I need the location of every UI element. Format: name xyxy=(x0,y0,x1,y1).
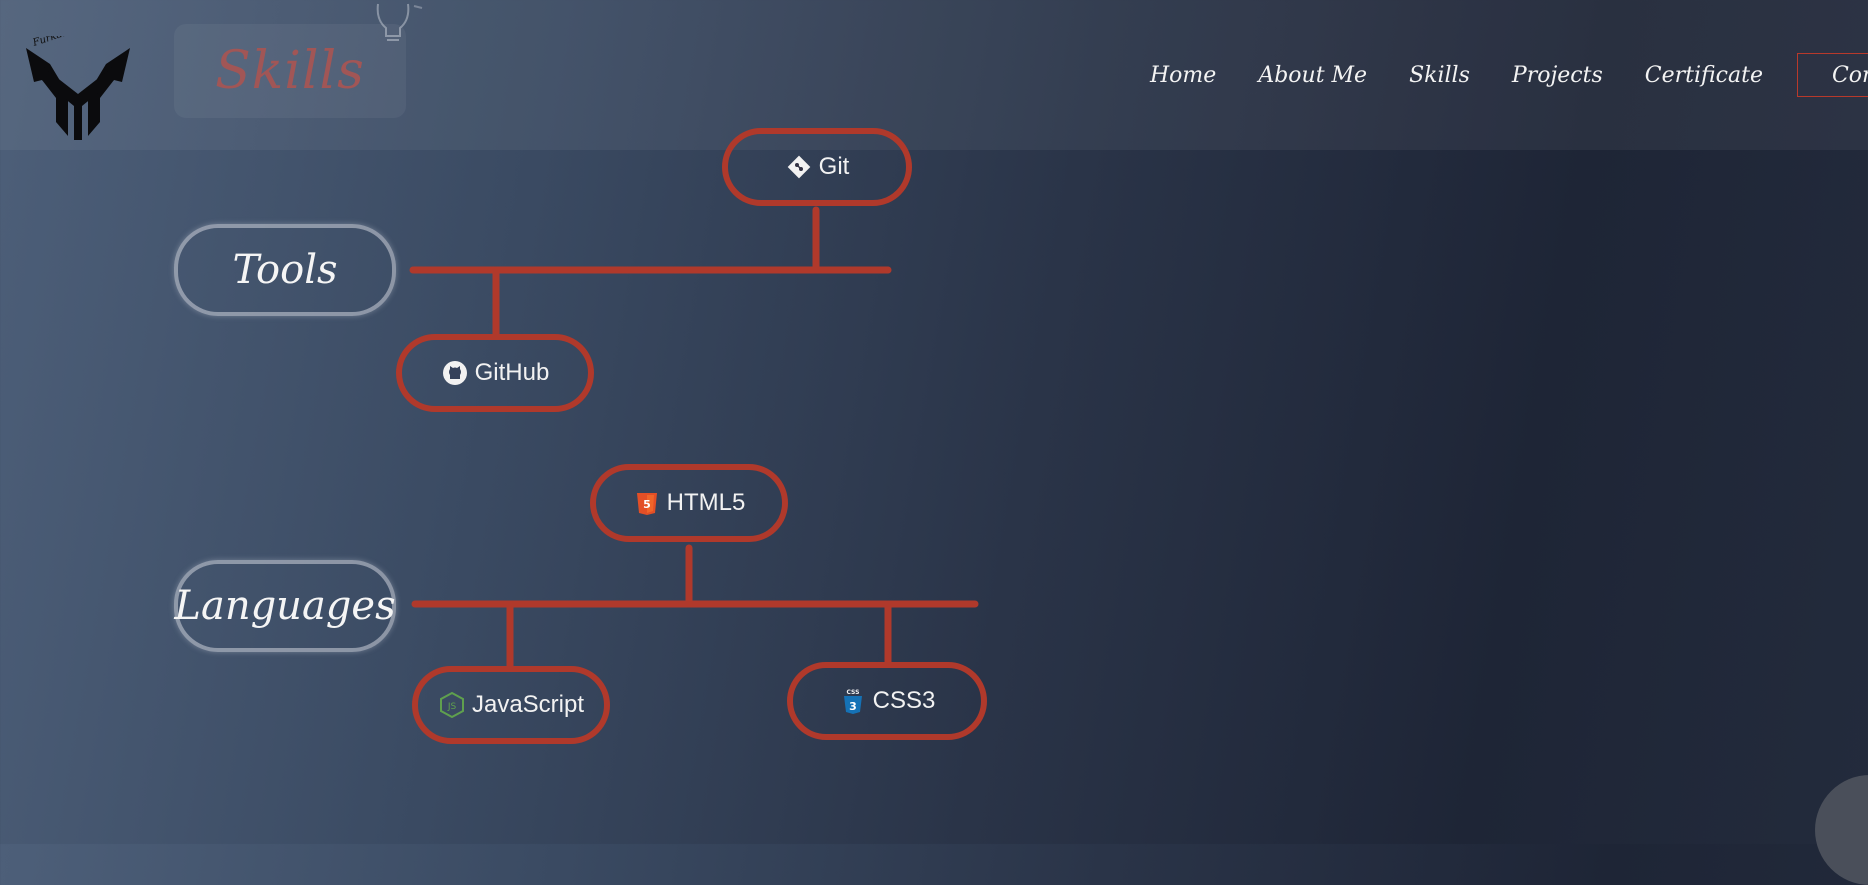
skill-node-github[interactable]: GitHub xyxy=(396,334,594,412)
svg-text:JS: JS xyxy=(447,702,457,712)
html5-icon: 5 xyxy=(633,489,661,517)
skill-label-html5: HTML5 xyxy=(666,489,746,516)
skill-node-javascript[interactable]: JS JavaScript xyxy=(412,666,610,744)
css3-icon: CSS 3 xyxy=(839,687,867,715)
svg-text:CSS: CSS xyxy=(846,689,859,696)
skill-node-html5[interactable]: 5 HTML5 xyxy=(590,464,788,542)
skill-label-git: Git xyxy=(818,153,850,180)
category-languages: Languages xyxy=(174,560,396,652)
github-icon xyxy=(441,359,469,387)
javascript-icon: JS xyxy=(438,691,466,719)
git-icon xyxy=(785,153,813,181)
category-tools: Tools xyxy=(174,224,396,316)
skill-label-css3: CSS3 xyxy=(872,687,936,714)
skill-node-css3[interactable]: CSS 3 CSS3 xyxy=(787,662,987,740)
svg-text:5: 5 xyxy=(643,498,651,511)
svg-text:3: 3 xyxy=(849,700,857,713)
skill-label-javascript: JavaScript xyxy=(471,691,585,718)
skill-node-git[interactable]: Git xyxy=(722,128,912,206)
skill-label-github: GitHub xyxy=(474,359,550,386)
